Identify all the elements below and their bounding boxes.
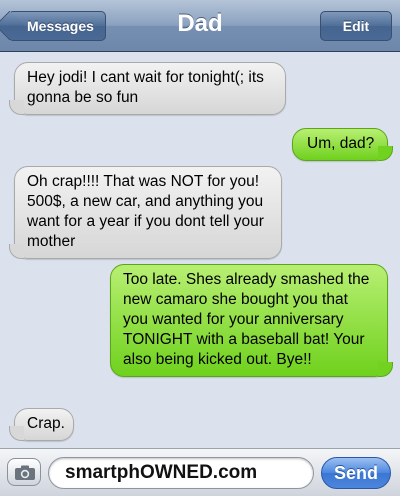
message-received: Oh crap!!!! That was NOT for you! 500$, …	[9, 166, 282, 259]
message-received: Hey jodi! I cant wait for tonight(; its …	[9, 62, 286, 115]
message-sent: Too late. Shes already smashed the new c…	[110, 264, 393, 377]
message-text: Too late. Shes already smashed the new c…	[123, 271, 370, 368]
edit-button[interactable]: Edit	[320, 11, 392, 41]
camera-icon	[15, 465, 35, 480]
nav-bar: Messages Dad Edit	[0, 0, 400, 52]
message-text: Um, dad?	[307, 135, 375, 152]
message-text: Oh crap!!!! That was NOT for you! 500$, …	[27, 173, 264, 250]
message-text: Hey jodi! I cant wait for tonight(; its …	[27, 69, 264, 106]
camera-button[interactable]	[7, 458, 41, 486]
message-sent: Um, dad?	[292, 128, 393, 161]
message-received: Crap.	[9, 408, 74, 441]
message-input[interactable]: smartphOWNED.com	[48, 457, 314, 489]
message-text: Crap.	[27, 415, 65, 432]
message-input-bar: smartphOWNED.com Send	[0, 448, 400, 496]
send-button[interactable]: Send	[321, 457, 391, 489]
